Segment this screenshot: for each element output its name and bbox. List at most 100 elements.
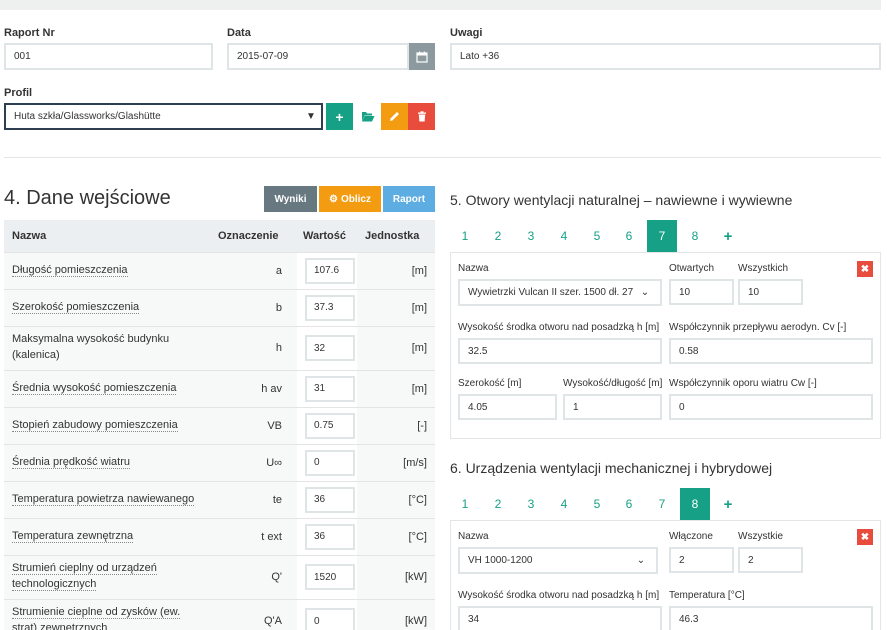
- row-unit: [°C]: [357, 480, 435, 518]
- device-height-input[interactable]: 34: [458, 606, 662, 630]
- top-bar: [0, 0, 881, 10]
- row-symbol: a: [208, 251, 297, 289]
- row-name: Temperatura powietrza nawiewanego: [12, 492, 195, 506]
- row-unit: [°C]: [357, 517, 435, 555]
- openings-tab-7[interactable]: 7: [647, 220, 677, 252]
- openings-tab-1[interactable]: 1: [450, 220, 480, 252]
- col-unit-header: Jednostka: [357, 220, 435, 252]
- device-on-input[interactable]: 2: [669, 547, 734, 573]
- row-value-input[interactable]: 107.6: [305, 257, 355, 284]
- table-row: Strumień cieplny od urządzeń technologic…: [4, 554, 435, 599]
- row-unit: [m]: [357, 251, 435, 289]
- date-label: Data: [227, 27, 251, 39]
- opening-open-label: Otwartych: [669, 263, 715, 274]
- openings-tab-8[interactable]: 8: [680, 220, 710, 252]
- close-icon: ✖: [860, 531, 870, 543]
- remove-opening-button[interactable]: ✖: [857, 261, 873, 277]
- notes-label: Uwagi: [450, 27, 483, 39]
- results-button[interactable]: Wyniki: [264, 186, 317, 212]
- opening-name-value: Wywietrzki Vulcan II szer. 1500 dł. 27: [468, 287, 634, 298]
- device-all-input[interactable]: 2: [738, 547, 803, 573]
- row-unit: [m]: [357, 369, 435, 407]
- row-value-input[interactable]: 0: [305, 608, 355, 630]
- row-value-input[interactable]: 36: [305, 523, 355, 550]
- table-row: Średnia prędkość wiatru U∞ 0 [m/s]: [4, 443, 435, 481]
- row-name: Średnia prędkość wiatru: [12, 455, 131, 469]
- openings-tab-4[interactable]: 4: [549, 220, 579, 252]
- opening-length-label: Wysokość/długość [m]: [563, 378, 663, 389]
- table-row: Szerokość pomieszczenia b 37.3 [m]: [4, 288, 435, 326]
- row-value-input[interactable]: 31: [305, 375, 355, 402]
- devices-tab-4[interactable]: 4: [549, 488, 579, 520]
- opening-height-input[interactable]: 32.5: [458, 338, 662, 364]
- table-row: Maksymalna wysokość budynku (kalenica) h…: [4, 325, 435, 370]
- calendar-button[interactable]: [409, 43, 435, 70]
- close-icon: ✖: [860, 263, 870, 275]
- date-input[interactable]: 2015-07-09: [227, 43, 409, 70]
- row-value-input[interactable]: 0.75: [305, 412, 355, 439]
- device-name-select[interactable]: VH 1000-1200 ⌄: [458, 547, 658, 574]
- opening-width-input[interactable]: 4.05: [458, 394, 557, 420]
- devices-tab-3[interactable]: 3: [516, 488, 546, 520]
- devices-tab-2[interactable]: 2: [483, 488, 513, 520]
- chevron-down-icon: ⌄: [640, 287, 650, 298]
- row-value-input[interactable]: 0: [305, 449, 355, 476]
- row-name: Szerokość pomieszczenia: [12, 300, 140, 314]
- device-height-label: Wysokość środka otworu nad posadzką h [m…: [458, 590, 660, 601]
- calculate-button[interactable]: ⚙ Oblicz: [319, 186, 381, 212]
- row-name: Temperatura zewnętrzna: [12, 529, 134, 543]
- report-button[interactable]: Raport: [383, 186, 435, 212]
- devices-tab-6[interactable]: 6: [614, 488, 644, 520]
- profile-select[interactable]: Huta szkła/Glassworks/Glashütte ▼: [4, 103, 323, 130]
- devices-section-title: 6. Urządzenia wentylacji mechanicznej i …: [450, 460, 773, 476]
- row-unit: [kW]: [357, 598, 435, 630]
- row-symbol: Q'A: [208, 598, 297, 630]
- folder-open-icon: [361, 112, 374, 122]
- opening-open-input[interactable]: 10: [669, 279, 734, 305]
- opening-name-select[interactable]: Wywietrzki Vulcan II szer. 1500 dł. 27 ⌄: [458, 279, 662, 306]
- row-unit: [m]: [357, 325, 435, 370]
- device-temp-input[interactable]: 46.3: [669, 606, 873, 630]
- row-name: Maksymalna wysokość budynku (kalenica): [12, 333, 170, 361]
- row-symbol: b: [208, 288, 297, 326]
- report-nr-input[interactable]: 001: [4, 43, 213, 70]
- delete-profile-button[interactable]: [408, 103, 435, 130]
- devices-tab-7[interactable]: 7: [647, 488, 677, 520]
- device-on-label: Włączone: [669, 531, 713, 542]
- opening-cw-input[interactable]: 0: [669, 394, 873, 420]
- edit-profile-button[interactable]: [381, 103, 408, 130]
- row-symbol: t ext: [208, 517, 297, 555]
- row-unit: [-]: [357, 406, 435, 444]
- devices-tab-1[interactable]: 1: [450, 488, 480, 520]
- remove-device-button[interactable]: ✖: [857, 529, 873, 545]
- openings-tab-2[interactable]: 2: [483, 220, 513, 252]
- add-profile-button[interactable]: +: [326, 103, 353, 130]
- row-value-input[interactable]: 37.3: [305, 294, 355, 321]
- openings-tab-6[interactable]: 6: [614, 220, 644, 252]
- opening-cv-label: Współczynnik przepływu aerodyn. Cv [-]: [669, 322, 847, 333]
- devices-add-tab[interactable]: +: [713, 488, 743, 520]
- row-symbol: VB: [208, 406, 297, 444]
- devices-tab-8[interactable]: 8: [680, 488, 710, 520]
- opening-length-input[interactable]: 1: [563, 394, 662, 420]
- opening-all-label: Wszystkich: [738, 263, 788, 274]
- row-value-input[interactable]: 32: [305, 335, 355, 361]
- open-profile-button[interactable]: [354, 103, 381, 130]
- opening-name-label: Nazwa: [458, 263, 489, 274]
- report-nr-label: Raport Nr: [4, 27, 55, 39]
- opening-all-input[interactable]: 10: [738, 279, 803, 305]
- row-symbol: h: [208, 325, 297, 370]
- openings-tab-5[interactable]: 5: [582, 220, 612, 252]
- openings-add-tab[interactable]: +: [713, 220, 743, 252]
- input-data-table: Nazwa Oznaczenie Wartość Jednostka Długo…: [4, 220, 435, 630]
- row-value-input[interactable]: 1520: [305, 564, 355, 590]
- openings-tab-3[interactable]: 3: [516, 220, 546, 252]
- row-name: Długość pomieszczenia: [12, 263, 128, 277]
- devices-tab-5[interactable]: 5: [582, 488, 612, 520]
- opening-cv-input[interactable]: 0.58: [669, 338, 873, 364]
- notes-input[interactable]: Lato +36: [450, 43, 881, 70]
- row-name: Strumień cieplny od urządzeń technologic…: [12, 562, 157, 591]
- plus-icon: +: [335, 108, 344, 125]
- col-value-header: Wartość: [297, 220, 357, 252]
- row-value-input[interactable]: 36: [305, 486, 355, 513]
